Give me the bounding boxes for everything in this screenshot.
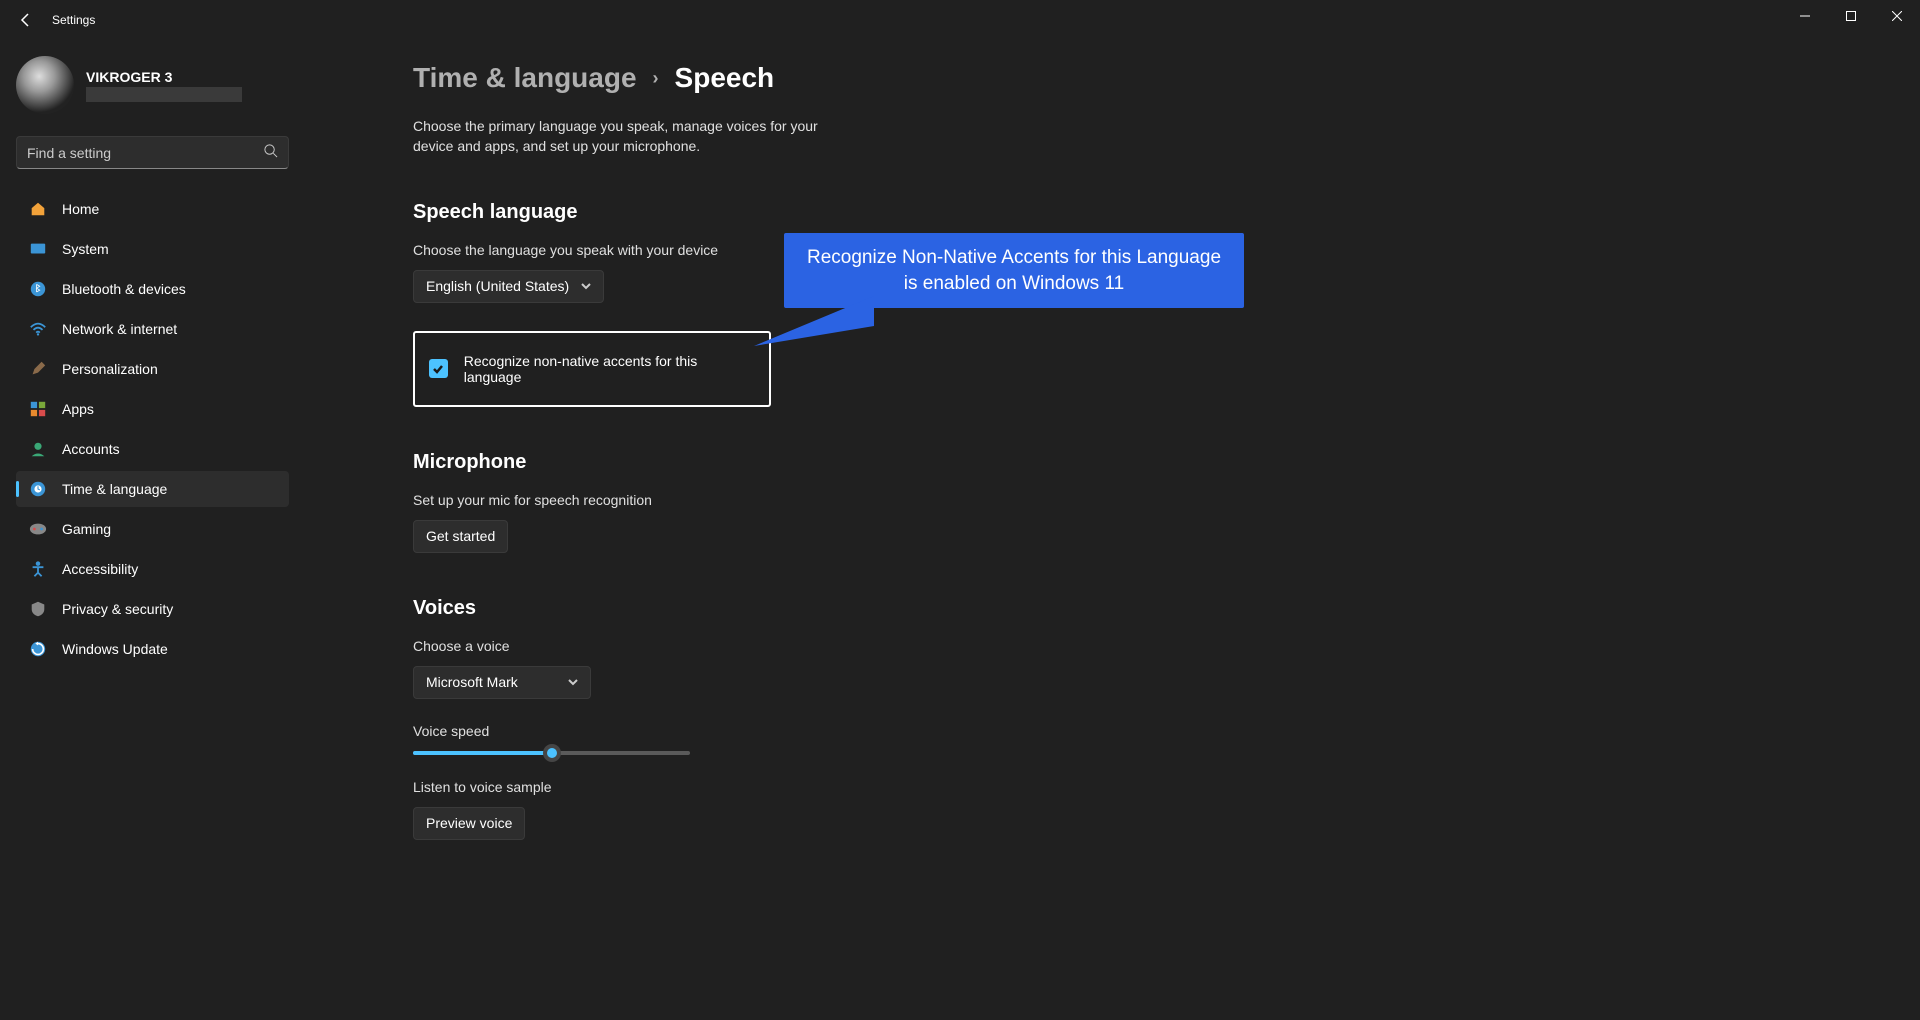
search-input[interactable] bbox=[27, 145, 263, 161]
breadcrumb-parent[interactable]: Time & language bbox=[413, 62, 637, 94]
system-icon bbox=[28, 239, 48, 259]
bluetooth-icon bbox=[28, 279, 48, 299]
maximize-button[interactable] bbox=[1828, 0, 1874, 32]
clock-globe-icon bbox=[28, 479, 48, 499]
chevron-down-icon bbox=[568, 674, 578, 690]
breadcrumb: Time & language › Speech bbox=[413, 62, 1896, 94]
sidebar: VIKROGER 3 Home System Bluetooth & devic… bbox=[0, 40, 305, 1020]
nav-accessibility[interactable]: Accessibility bbox=[16, 551, 289, 587]
shield-icon bbox=[28, 599, 48, 619]
speech-language-dropdown[interactable]: English (United States) bbox=[413, 270, 604, 303]
speech-language-value: English (United States) bbox=[426, 278, 569, 294]
nav-time-language[interactable]: Time & language bbox=[16, 471, 289, 507]
title-bar: Settings bbox=[0, 0, 1920, 40]
close-button[interactable] bbox=[1874, 0, 1920, 32]
breadcrumb-current: Speech bbox=[675, 62, 775, 94]
nav-system[interactable]: System bbox=[16, 231, 289, 267]
voice-speed-slider[interactable] bbox=[413, 751, 690, 755]
accessibility-icon bbox=[28, 559, 48, 579]
window-controls bbox=[1782, 0, 1920, 32]
recognize-accents-checkbox-row[interactable]: Recognize non-native accents for this la… bbox=[413, 331, 771, 407]
main-content: Time & language › Speech Choose the prim… bbox=[305, 40, 1920, 1020]
voice-dropdown[interactable]: Microsoft Mark bbox=[413, 666, 591, 699]
brush-icon bbox=[28, 359, 48, 379]
search-box[interactable] bbox=[16, 136, 289, 169]
chevron-down-icon bbox=[581, 278, 591, 294]
minimize-button[interactable] bbox=[1782, 0, 1828, 32]
nav-update[interactable]: Windows Update bbox=[16, 631, 289, 667]
person-icon bbox=[28, 439, 48, 459]
voice-value: Microsoft Mark bbox=[426, 674, 518, 690]
voices-sub: Choose a voice bbox=[413, 638, 1896, 654]
nav-personalization[interactable]: Personalization bbox=[16, 351, 289, 387]
nav-network[interactable]: Network & internet bbox=[16, 311, 289, 347]
microphone-heading: Microphone bbox=[413, 451, 1896, 474]
profile-block[interactable]: VIKROGER 3 bbox=[16, 52, 289, 130]
gamepad-icon bbox=[28, 519, 48, 539]
nav-accounts[interactable]: Accounts bbox=[16, 431, 289, 467]
apps-icon bbox=[28, 399, 48, 419]
recognize-accents-checkbox[interactable] bbox=[429, 359, 448, 378]
microphone-sub: Set up your mic for speech recognition bbox=[413, 492, 1896, 508]
recognize-accents-label: Recognize non-native accents for this la… bbox=[464, 353, 755, 385]
update-icon bbox=[28, 639, 48, 659]
get-started-button[interactable]: Get started bbox=[413, 520, 508, 553]
avatar bbox=[16, 56, 74, 114]
voices-heading: Voices bbox=[413, 597, 1896, 620]
window-title: Settings bbox=[52, 13, 95, 27]
profile-email-redacted bbox=[86, 87, 242, 102]
speech-language-heading: Speech language bbox=[413, 201, 1896, 224]
nav-apps[interactable]: Apps bbox=[16, 391, 289, 427]
nav-bluetooth[interactable]: Bluetooth & devices bbox=[16, 271, 289, 307]
wifi-icon bbox=[28, 319, 48, 339]
slider-thumb[interactable] bbox=[543, 744, 561, 762]
back-button[interactable] bbox=[8, 2, 44, 38]
chevron-right-icon: › bbox=[653, 68, 659, 89]
nav-home[interactable]: Home bbox=[16, 191, 289, 227]
preview-voice-button[interactable]: Preview voice bbox=[413, 807, 525, 840]
home-icon bbox=[28, 199, 48, 219]
nav-privacy[interactable]: Privacy & security bbox=[16, 591, 289, 627]
profile-name: VIKROGER 3 bbox=[86, 69, 242, 85]
search-icon bbox=[263, 143, 278, 163]
nav-gaming[interactable]: Gaming bbox=[16, 511, 289, 547]
page-description: Choose the primary language you speak, m… bbox=[413, 116, 853, 157]
listen-sample-label: Listen to voice sample bbox=[413, 779, 1896, 795]
voice-speed-label: Voice speed bbox=[413, 723, 1896, 739]
nav-list: Home System Bluetooth & devices Network … bbox=[16, 191, 289, 667]
